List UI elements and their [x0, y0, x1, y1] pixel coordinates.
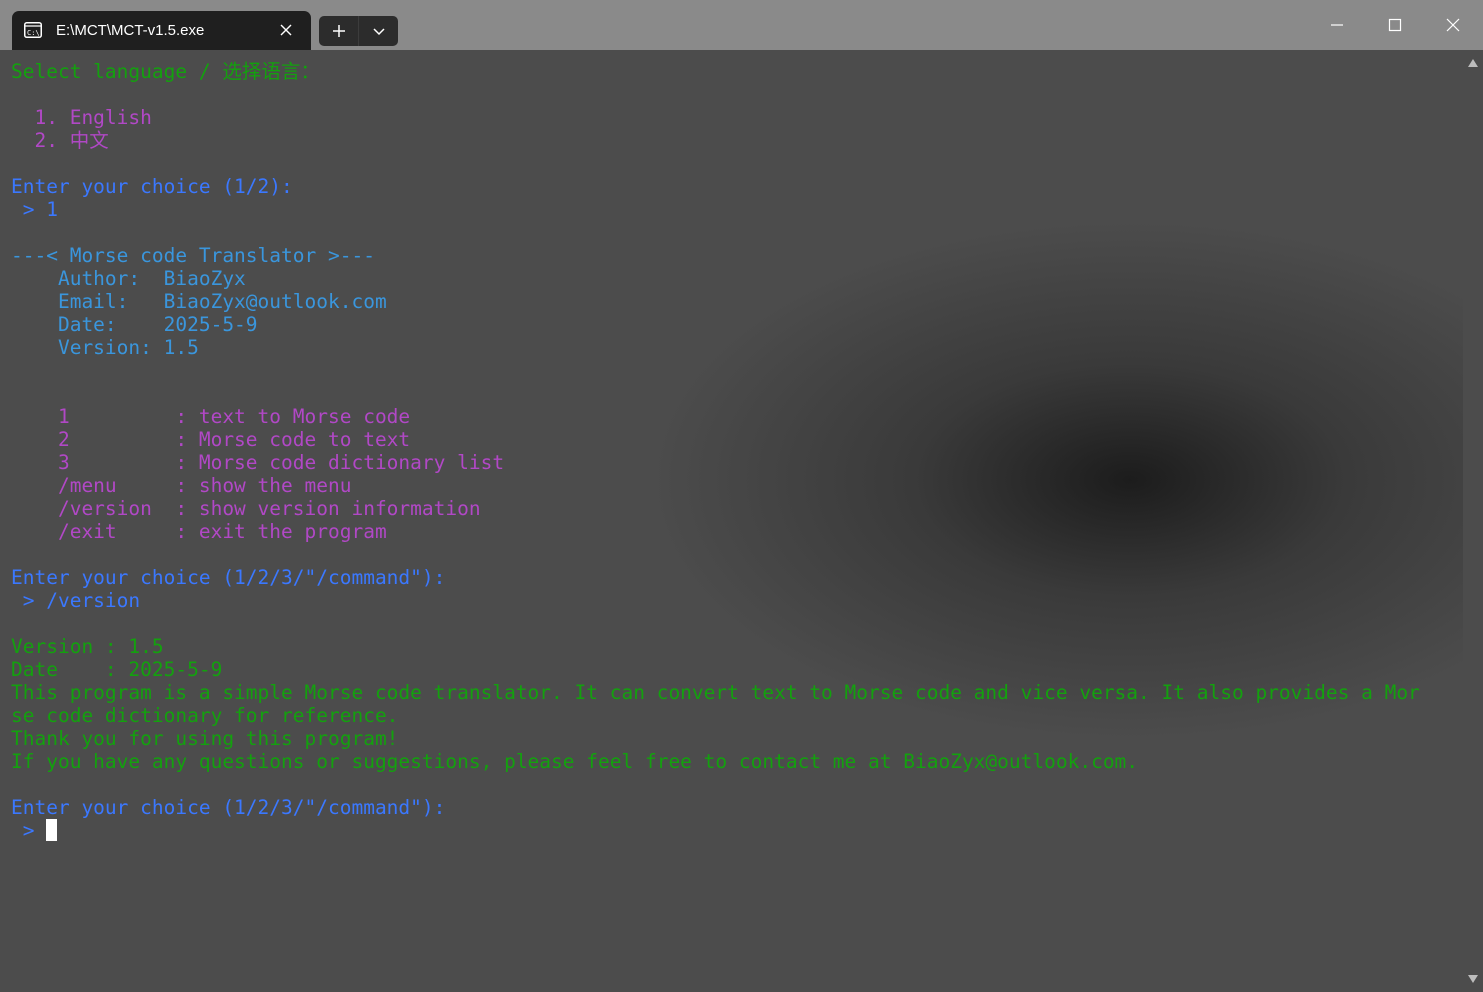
terminal-line: Version : 1.5 — [11, 635, 164, 658]
terminal-line: /menu : show the menu — [11, 474, 352, 497]
terminal-line: Email: BiaoZyx@outlook.com — [11, 290, 387, 313]
scroll-down-arrow-icon[interactable] — [1467, 974, 1479, 984]
terminal-line: Thank you for using this program! — [11, 727, 399, 750]
scroll-up-arrow-icon[interactable] — [1467, 58, 1479, 68]
terminal-line: 3 : Morse code dictionary list — [11, 451, 505, 474]
terminal-line: > 1 — [11, 198, 58, 221]
terminal-line: Enter your choice (1/2/3/"/command"): — [11, 566, 446, 589]
terminal-line: 1. English — [11, 106, 152, 129]
terminal-line: > /version — [11, 589, 141, 612]
close-button[interactable] — [1424, 0, 1482, 50]
tab-close-icon[interactable] — [277, 21, 295, 39]
terminal-line: se code dictionary for reference. — [11, 704, 399, 727]
prompt-symbol: > — [11, 819, 47, 842]
tab-dropdown-button[interactable] — [358, 16, 398, 46]
tab-title: E:\MCT\MCT-v1.5.exe — [56, 22, 205, 39]
terminal-line: ---< Morse code Translator >--- — [11, 244, 375, 267]
terminal-line: /exit : exit the program — [11, 520, 387, 543]
prompt-line[interactable]: > — [11, 819, 1463, 842]
terminal-line: Version: 1.5 — [11, 336, 199, 359]
maximize-button[interactable] — [1366, 0, 1424, 50]
terminal-line: 1 : text to Morse code — [11, 405, 411, 428]
plus-icon — [332, 25, 345, 37]
terminal-line: 2 : Morse code to text — [11, 428, 411, 451]
terminal-line: Select language / 选择语言： — [11, 60, 320, 83]
terminal-line: If you have any questions or suggestions… — [11, 750, 1139, 773]
tab-active[interactable]: C:\ E:\MCT\MCT-v1.5.exe — [12, 11, 311, 50]
terminal-output[interactable]: Select language / 选择语言： 1. English 2. 中文… — [0, 50, 1463, 992]
tab-actions — [319, 16, 398, 46]
title-bar[interactable]: C:\ E:\MCT\MCT-v1.5.exe — [0, 0, 1483, 50]
terminal-line: Author: BiaoZyx — [11, 267, 246, 290]
terminal-line: Enter your choice (1/2/3/"/command"): — [11, 796, 446, 819]
console-icon: C:\ — [24, 22, 42, 38]
maximize-icon — [1388, 18, 1402, 32]
minimize-button[interactable] — [1308, 0, 1366, 50]
chevron-down-icon — [372, 28, 385, 36]
terminal-line: Date: 2025-5-9 — [11, 313, 258, 336]
text-cursor — [46, 819, 58, 841]
close-icon — [1446, 18, 1460, 32]
minimize-icon — [1331, 24, 1343, 26]
terminal-window: C:\ E:\MCT\MCT-v1.5.exe Select language … — [0, 0, 1483, 992]
new-tab-button[interactable] — [319, 16, 358, 46]
svg-text:C:\: C:\ — [27, 29, 40, 37]
terminal-line: /version : show version information — [11, 497, 481, 520]
terminal-line: 2. 中文 — [11, 129, 109, 152]
scrollbar[interactable] — [1463, 50, 1483, 992]
terminal-line: Enter your choice (1/2): — [11, 175, 293, 198]
terminal-line: This program is a simple Morse code tran… — [11, 681, 1420, 704]
terminal-line: Date : 2025-5-9 — [11, 658, 223, 681]
